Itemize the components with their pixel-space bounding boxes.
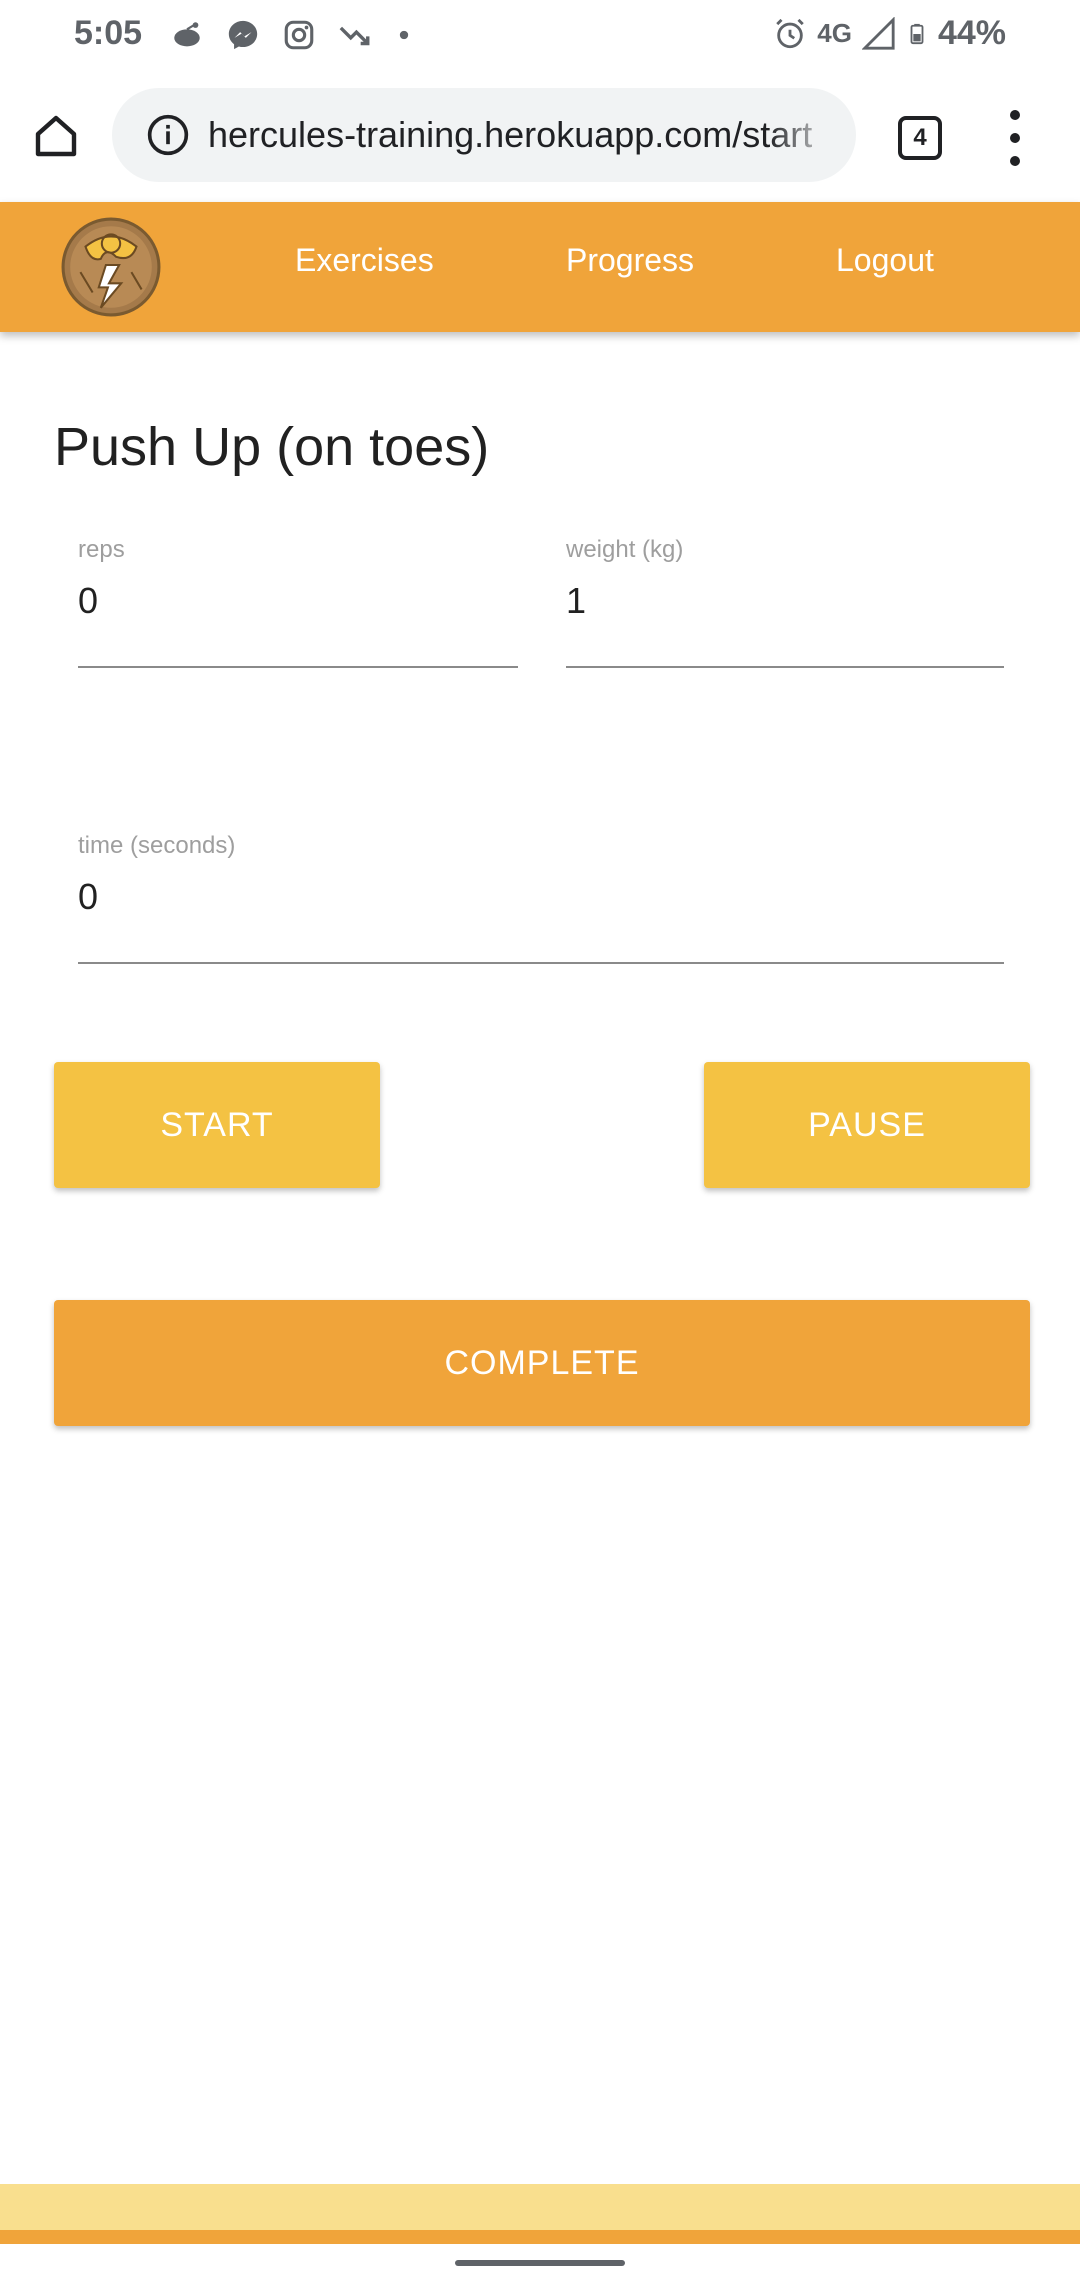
messenger-icon — [228, 20, 258, 50]
reddit-icon — [174, 22, 200, 47]
status-bar: 5:05 4G 44% — [0, 0, 1080, 70]
weight-input[interactable]: 1 — [566, 580, 586, 622]
more-options-icon[interactable] — [1000, 110, 1030, 166]
tab-switcher-button[interactable]: 4 — [898, 116, 942, 160]
tab-count: 4 — [913, 124, 927, 151]
url-fade — [768, 110, 838, 160]
app-navbar: Exercises Progress Logout — [0, 202, 1080, 332]
reps-label: reps — [78, 536, 125, 563]
battery-level: 44% — [937, 14, 1006, 52]
complete-button[interactable]: COMPLETE — [54, 1300, 1030, 1426]
system-status: 4G 44% — [773, 14, 1006, 53]
nav-exercises[interactable]: Exercises — [295, 242, 434, 279]
battery-icon — [910, 23, 924, 44]
notification-icons — [170, 18, 414, 52]
weight-label: weight (kg) — [566, 536, 684, 563]
weight-underline — [566, 666, 1004, 668]
network-type: 4G — [817, 18, 852, 48]
time-field[interactable]: time (seconds) 0 — [78, 832, 1004, 964]
gesture-navigation-bar[interactable] — [455, 2260, 625, 2266]
url-text[interactable]: hercules-training.herokuapp.com/start — [208, 110, 838, 160]
alarm-icon — [776, 18, 805, 48]
time-input[interactable]: 0 — [78, 876, 98, 918]
nav-progress[interactable]: Progress — [566, 242, 694, 279]
time-underline — [78, 962, 1004, 964]
pause-button[interactable]: PAUSE — [704, 1062, 1030, 1188]
dot-icon — [399, 30, 409, 40]
browser-toolbar: hercules-training.herokuapp.com/start 4 — [0, 70, 1080, 202]
info-icon[interactable] — [146, 113, 190, 157]
home-button[interactable] — [26, 106, 86, 166]
time-label: time (seconds) — [78, 832, 236, 859]
hercules-logo[interactable] — [60, 216, 162, 318]
signal-icon — [861, 16, 895, 50]
reps-input[interactable]: 0 — [78, 580, 98, 622]
status-time: 5:05 — [74, 14, 143, 52]
footer-band — [0, 2184, 1080, 2230]
trending-down-icon — [339, 26, 370, 46]
nav-logout[interactable]: Logout — [836, 242, 934, 279]
weight-field[interactable]: weight (kg) 1 — [566, 536, 1004, 668]
reps-field[interactable]: reps 0 — [78, 536, 518, 668]
url-value: hercules-training.herokuapp.com/start — [208, 114, 813, 155]
home-icon — [35, 115, 77, 157]
start-button[interactable]: START — [54, 1062, 380, 1188]
exercise-title: Push Up (on toes) — [54, 417, 490, 477]
address-bar[interactable]: hercules-training.herokuapp.com/start — [112, 88, 856, 182]
instagram-icon — [284, 20, 314, 50]
reps-underline — [78, 666, 518, 668]
footer-stripe — [0, 2230, 1080, 2244]
